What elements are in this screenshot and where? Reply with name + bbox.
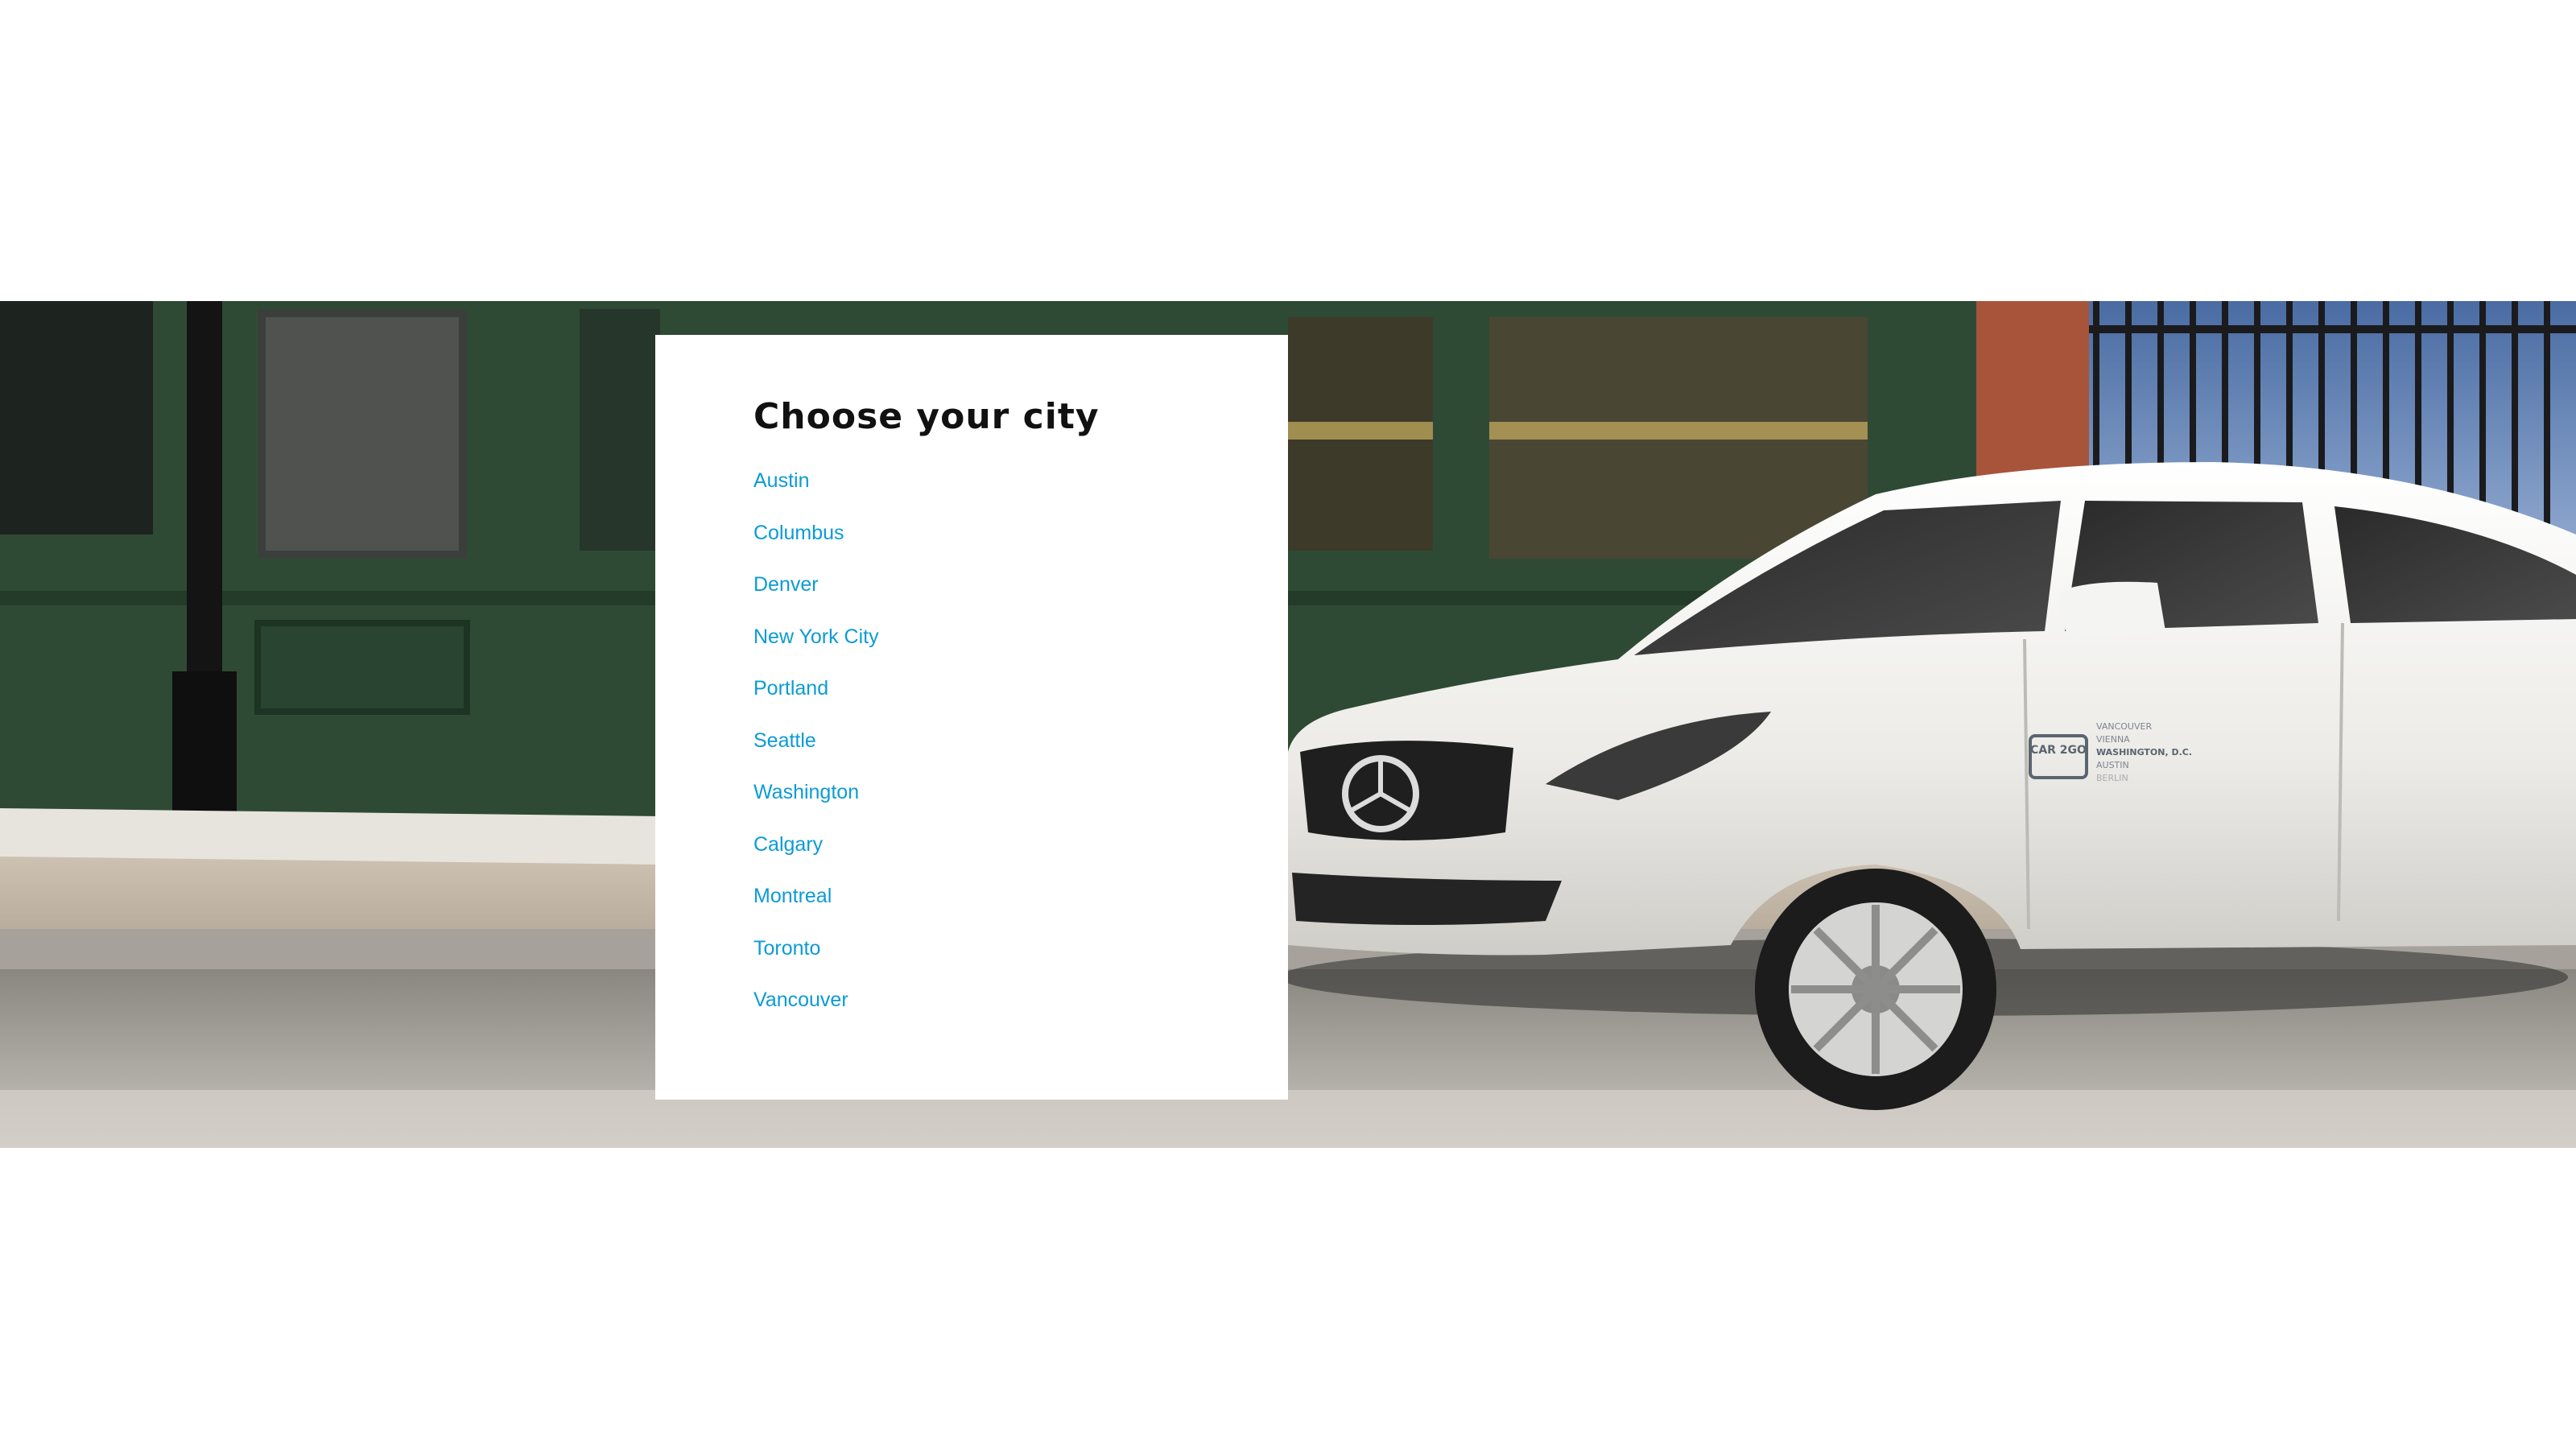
hero-banner: CAR 2GO VANCOUVER VIENNA WASHINGTON, D.C… bbox=[0, 301, 2576, 1148]
list-item: Montreal bbox=[753, 880, 1288, 932]
city-link-washington[interactable]: Washington bbox=[753, 781, 859, 803]
door-city: AUSTIN bbox=[2096, 760, 2129, 770]
page: CAR 2GO VANCOUVER VIENNA WASHINGTON, D.C… bbox=[0, 0, 2576, 1449]
list-item: Columbus bbox=[753, 517, 1288, 569]
city-link-montreal[interactable]: Montreal bbox=[753, 885, 832, 907]
list-item: New York City bbox=[753, 621, 1288, 673]
city-link-denver[interactable]: Denver bbox=[753, 573, 819, 596]
car2go-logo-text: CAR 2GO bbox=[2030, 744, 2087, 757]
list-item: Austin bbox=[753, 464, 1288, 517]
city-link-toronto[interactable]: Toronto bbox=[753, 937, 820, 960]
door-city: WASHINGTON, D.C. bbox=[2096, 747, 2192, 758]
card-title: Choose your city bbox=[753, 396, 1100, 437]
city-link-vancouver[interactable]: Vancouver bbox=[753, 989, 848, 1011]
city-link-portland[interactable]: Portland bbox=[753, 677, 828, 700]
list-item: Vancouver bbox=[753, 984, 1288, 1036]
door-city: VANCOUVER bbox=[2096, 721, 2152, 732]
list-item: Calgary bbox=[753, 828, 1288, 881]
city-picker-card: Choose your city Austin Columbus Denver … bbox=[655, 335, 1288, 1100]
hero-image: CAR 2GO VANCOUVER VIENNA WASHINGTON, D.C… bbox=[0, 301, 2576, 1148]
city-list: Austin Columbus Denver New York City Por… bbox=[753, 464, 1288, 1036]
list-item: Denver bbox=[753, 568, 1288, 621]
city-link-austin[interactable]: Austin bbox=[753, 469, 809, 492]
door-city: VIENNA bbox=[2096, 734, 2130, 745]
list-item: Toronto bbox=[753, 932, 1288, 985]
list-item: Seattle bbox=[753, 724, 1288, 777]
city-link-new-york-city[interactable]: New York City bbox=[753, 625, 879, 648]
list-item: Portland bbox=[753, 672, 1288, 724]
city-link-columbus[interactable]: Columbus bbox=[753, 522, 844, 544]
city-link-seattle[interactable]: Seattle bbox=[753, 729, 816, 752]
city-link-calgary[interactable]: Calgary bbox=[753, 833, 823, 856]
list-item: Washington bbox=[753, 776, 1288, 828]
door-city: BERLIN bbox=[2096, 773, 2128, 783]
